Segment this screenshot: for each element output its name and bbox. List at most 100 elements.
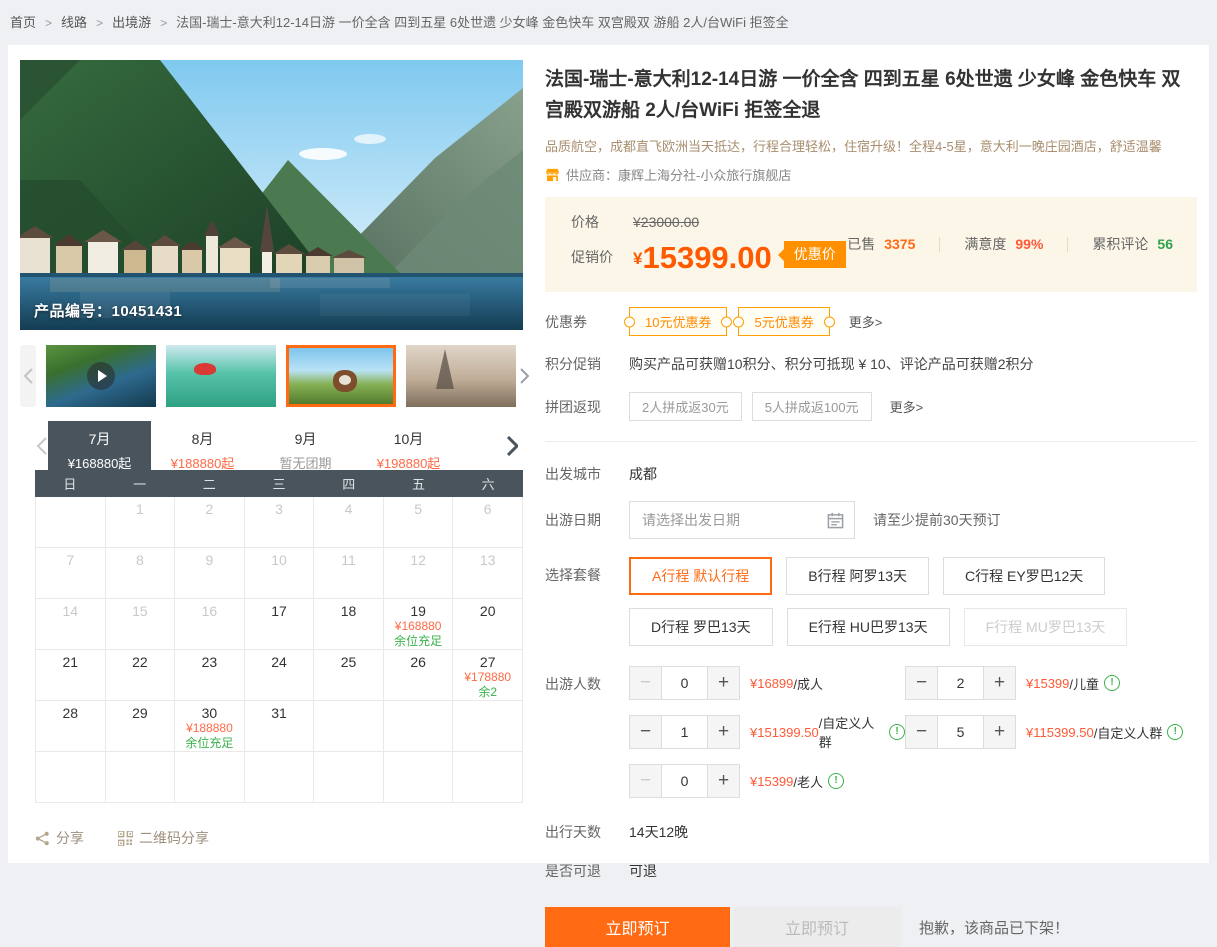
month-tab[interactable]: 8月¥188880起 [151, 421, 254, 470]
calendar-cell[interactable]: 20 [453, 599, 523, 650]
package-option-button[interactable]: D行程 罗巴13天 [629, 608, 773, 646]
plus-button[interactable]: + [708, 765, 739, 797]
stat-label: 累积评论 [1092, 234, 1148, 254]
breadcrumb-item[interactable]: 首页 [10, 15, 36, 30]
package-option-button[interactable]: B行程 阿罗13天 [786, 557, 929, 595]
traveler-item: −2+¥15399/儿童! [905, 666, 1183, 700]
stat-item: 已售3375 [847, 234, 915, 254]
calendar-cell[interactable]: 30¥188880余位充足 [175, 701, 245, 752]
month-tab[interactable]: 9月暂无团期 [254, 421, 357, 470]
stat-value: 3375 [884, 236, 915, 252]
plus-button[interactable]: + [708, 716, 739, 748]
calendar-icon [827, 512, 844, 529]
quantity-value[interactable]: 0 [661, 765, 708, 797]
points-row: 积分促销 购买产品可获赠10积分、积分可抵现 ¥ 10、评论产品可获赠2积分 [545, 351, 1197, 377]
weekday-label: 日 [35, 470, 105, 497]
quantity-value[interactable]: 1 [661, 716, 708, 748]
month-tab[interactable]: 10月¥198880起 [357, 421, 460, 470]
thumbnail-cow-selected[interactable] [286, 345, 396, 407]
package-label: 选择套餐 [545, 557, 629, 585]
calendar-day-number: 22 [106, 654, 175, 670]
supplier-label[interactable]: 供应商：康辉上海分社-小众旅行旗舰店 [566, 165, 791, 184]
month-prev-icon[interactable] [35, 421, 48, 470]
calendar-cell: 1 [106, 497, 176, 548]
calendar-day-price: ¥178880 [453, 670, 522, 685]
calendar-cell: 9 [175, 548, 245, 599]
breadcrumb-item[interactable]: 出境游 [112, 15, 151, 30]
calendar-day-number: 7 [36, 552, 105, 568]
calendar-cell[interactable]: 29 [106, 701, 176, 752]
calendar-cell[interactable]: 31 [245, 701, 315, 752]
stat-item: 满意度99% [964, 234, 1043, 254]
calendar-cell[interactable]: 26 [384, 650, 454, 701]
minus-button[interactable]: − [906, 667, 937, 699]
quantity-value[interactable]: 5 [937, 716, 984, 748]
calendar-cell[interactable]: 28 [36, 701, 106, 752]
travel-date-row: 出游日期 请选择出发日期 请至少提前30天预订 [545, 501, 1197, 539]
stat-separator [1067, 237, 1068, 252]
date-picker-input[interactable]: 请选择出发日期 [629, 501, 855, 539]
main-product-image[interactable]: 产品编号：10451431 [20, 60, 523, 330]
departure-city-label: 出发城市 [545, 464, 629, 484]
calendar-cell[interactable]: 19¥168880余位充足 [384, 599, 454, 650]
calendar-cell[interactable]: 23 [175, 650, 245, 701]
month-tab-name: 10月 [357, 429, 460, 449]
calendar-cell[interactable]: 25 [314, 650, 384, 701]
calendar-cell[interactable]: 21 [36, 650, 106, 701]
info-icon[interactable]: ! [1104, 675, 1120, 691]
original-price: ¥23000.00 [633, 214, 699, 230]
stat-item: 累积评论56 [1092, 234, 1173, 254]
package-option-button[interactable]: C行程 EY罗巴12天 [943, 557, 1105, 595]
coupon-chip[interactable]: 5元优惠券 [738, 307, 829, 336]
month-next-icon[interactable] [501, 421, 523, 470]
package-option-button[interactable]: E行程 HU巴罗13天 [787, 608, 950, 646]
detail-column: 法国-瑞士-意大利12-14日游 一价全含 四到五星 6处世遗 少女峰 金色快车… [545, 60, 1197, 947]
month-tabs: 7月¥168880起8月¥188880起9月暂无团期10月¥198880起 [35, 421, 523, 470]
info-icon[interactable]: ! [1167, 724, 1183, 740]
month-tab-name: 9月 [254, 429, 357, 449]
month-tab-name: 8月 [151, 429, 254, 449]
plus-button[interactable]: + [708, 667, 739, 699]
calendar-cell [36, 497, 106, 548]
plus-button[interactable]: + [984, 716, 1015, 748]
qr-share-button[interactable]: 二维码分享 [118, 828, 209, 848]
groupbuy-more-link[interactable]: 更多> [890, 397, 924, 416]
quantity-value[interactable]: 2 [937, 667, 984, 699]
groupbuy-chip[interactable]: 2人拼成返30元 [629, 392, 742, 421]
supplier-row: 供应商：康辉上海分社-小众旅行旗舰店 [545, 165, 1197, 184]
calendar-cell [384, 701, 454, 752]
breadcrumb-item[interactable]: 线路 [61, 15, 87, 30]
share-label: 分享 [56, 828, 84, 848]
calendar-cell[interactable]: 22 [106, 650, 176, 701]
plus-button[interactable]: + [984, 667, 1015, 699]
calendar-cell[interactable]: 18 [314, 599, 384, 650]
thumbnail-venice[interactable] [166, 345, 276, 407]
share-button[interactable]: 分享 [35, 828, 84, 848]
thumbnail-paris[interactable] [406, 345, 516, 407]
traveler-type: /儿童 [1069, 674, 1099, 693]
calendar-cell[interactable]: 27¥178880余2 [453, 650, 523, 701]
calendar-cell[interactable]: 24 [245, 650, 315, 701]
thumbs-next-icon[interactable] [516, 345, 532, 407]
calendar-cell: 14 [36, 599, 106, 650]
book-now-button[interactable]: 立即预订 [545, 907, 730, 947]
minus-button[interactable]: − [906, 716, 937, 748]
calendar-day-number: 17 [245, 603, 314, 619]
thumbnail-video[interactable] [46, 345, 156, 407]
thumbs-prev-icon[interactable] [20, 345, 36, 407]
date-hint: 请至少提前30天预订 [873, 510, 1001, 530]
groupbuy-chip[interactable]: 5人拼成返100元 [752, 392, 872, 421]
calendar-day-number: 16 [175, 603, 244, 619]
month-tab[interactable]: 7月¥168880起 [48, 421, 151, 470]
package-option-button[interactable]: A行程 默认行程 [629, 557, 772, 595]
info-icon[interactable]: ! [889, 724, 905, 740]
minus-button[interactable]: − [630, 716, 661, 748]
quantity-value[interactable]: 0 [661, 667, 708, 699]
promo-price: 15399.00 [642, 241, 771, 274]
info-icon[interactable]: ! [828, 773, 844, 789]
calendar-cell[interactable]: 17 [245, 599, 315, 650]
coupon-chip[interactable]: 10元优惠券 [629, 307, 727, 336]
calendar-cell: 12 [384, 548, 454, 599]
coupon-more-link[interactable]: 更多> [849, 312, 883, 331]
date-placeholder: 请选择出发日期 [642, 510, 827, 530]
